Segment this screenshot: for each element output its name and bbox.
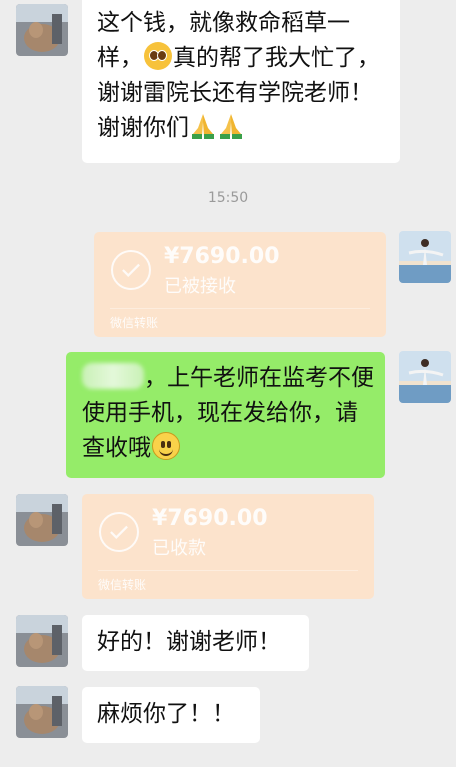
message-text-line: ，上午老师在监考不便	[82, 361, 385, 396]
divider	[110, 308, 370, 309]
folded-hands-emoji	[192, 114, 214, 139]
self-avatar[interactable]	[399, 351, 451, 403]
transfer-status: 已收款	[152, 538, 206, 559]
transfer-card-sent[interactable]: ¥7690.00 已被接收 微信转账	[94, 232, 386, 337]
incoming-message-bubble[interactable]: 这个钱，就像救命稻草一 样， 真的帮了我大忙了， 谢谢雷院长还有学院老师！ 谢谢你…	[82, 0, 400, 163]
contact-avatar[interactable]	[16, 615, 68, 667]
contact-avatar[interactable]	[16, 686, 68, 738]
transfer-status: 已被接收	[164, 276, 236, 297]
message-text: 这个钱，就像救命稻草一	[97, 10, 350, 36]
transfer-amount: ¥7690.00	[152, 506, 268, 531]
message-text: 麻烦你了！！	[97, 701, 235, 727]
transfer-footer-label: 微信转账	[110, 316, 159, 330]
contact-avatar[interactable]	[16, 4, 68, 56]
outgoing-message-bubble[interactable]: ，上午老师在监考不便 使用手机，现在发给你，请 查收哦	[66, 352, 385, 478]
message-text: 使用手机，现在发给你，请	[82, 400, 358, 426]
message-text-line: 查收哦	[82, 431, 385, 466]
self-avatar[interactable]	[399, 231, 451, 283]
divider	[98, 570, 358, 571]
message-text-line: 样， 真的帮了我大忙了，	[97, 41, 400, 76]
message-text: 谢谢雷院长还有学院老师！	[97, 80, 373, 106]
message-timestamp: 15:50	[207, 190, 249, 206]
smiling-face-emoji	[152, 432, 180, 460]
incoming-message-bubble[interactable]: 麻烦你了！！	[82, 687, 260, 743]
transfer-footer-label: 微信转账	[98, 578, 147, 592]
redacted-name	[82, 363, 144, 389]
transfer-card-received[interactable]: ¥7690.00 已收款 微信转账	[82, 494, 374, 599]
folded-hands-emoji	[220, 114, 242, 139]
message-text: 好的！谢谢老师！	[97, 629, 281, 655]
message-text-line: 谢谢你们	[97, 111, 400, 146]
contact-avatar[interactable]	[16, 494, 68, 546]
check-circle-icon	[99, 512, 139, 552]
incoming-message-bubble[interactable]: 好的！谢谢老师！	[82, 615, 309, 671]
pleading-face-emoji	[144, 42, 172, 70]
check-circle-icon	[111, 250, 151, 290]
transfer-amount: ¥7690.00	[164, 244, 280, 269]
